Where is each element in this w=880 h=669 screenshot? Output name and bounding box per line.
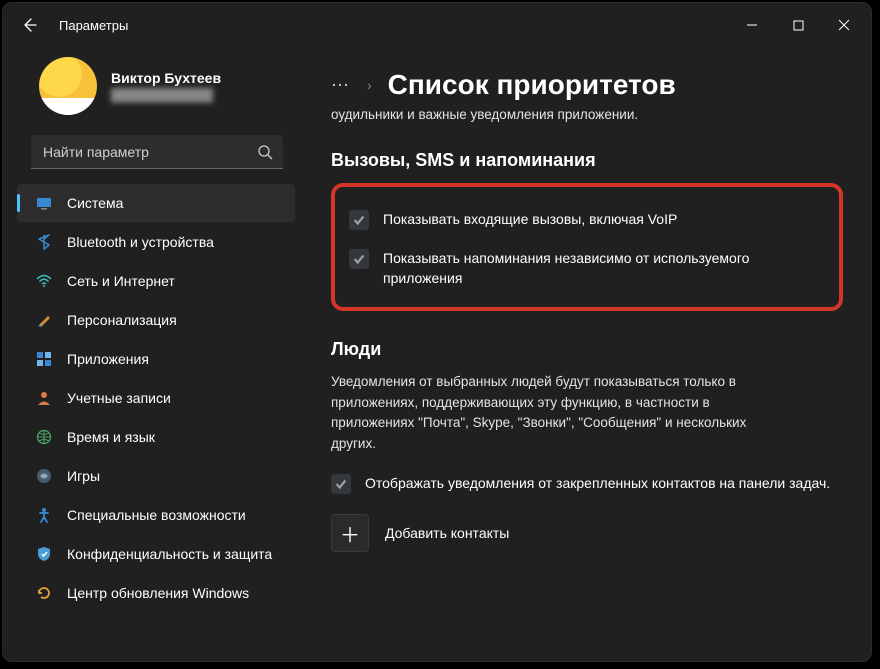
sidebar-item-personalization[interactable]: Персонализация (17, 301, 295, 339)
profile-text: Виктор Бухтеев ████████████ (111, 70, 221, 102)
sidebar-item-network[interactable]: Сеть и Интернет (17, 262, 295, 300)
gaming-icon (35, 467, 53, 485)
sidebar-item-label: Игры (67, 468, 100, 484)
titlebar: Параметры (3, 3, 871, 47)
add-contacts-button[interactable]: ＋ (331, 514, 369, 552)
checkbox-checked[interactable] (349, 210, 369, 230)
body: Виктор Бухтеев ████████████ Найти параме… (3, 47, 871, 661)
sidebar-item-label: Время и язык (67, 429, 155, 445)
minimize-button[interactable] (729, 8, 775, 42)
accounts-icon (35, 389, 53, 407)
sidebar-item-label: Центр обновления Windows (67, 585, 249, 601)
sidebar-item-label: Сеть и Интернет (67, 273, 175, 289)
close-button[interactable] (821, 8, 867, 42)
arrow-left-icon (21, 17, 37, 33)
chevron-right-icon: › (367, 77, 372, 93)
checkmark-icon (352, 252, 366, 266)
sidebar-item-label: Конфиденциальность и защита (67, 546, 272, 562)
section-people-title: Люди (331, 339, 843, 360)
update-icon (35, 584, 53, 602)
close-icon (838, 19, 850, 31)
search-placeholder: Найти параметр (43, 144, 257, 160)
setting-pinned-contacts[interactable]: Отображать уведомления от закрепленных к… (331, 473, 843, 494)
wifi-icon (35, 272, 53, 290)
setting-incoming-calls[interactable]: Показывать входящие вызовы, включая VoIP (349, 209, 817, 230)
add-contacts-row: ＋ Добавить контакты (331, 514, 843, 552)
search-input[interactable]: Найти параметр (31, 135, 283, 169)
people-description: Уведомления от выбранных людей будут пок… (331, 372, 791, 456)
sidebar-item-system[interactable]: Система (17, 184, 295, 222)
highlighted-settings-group: Показывать входящие вызовы, включая VoIP… (331, 183, 843, 311)
sidebar-item-bluetooth[interactable]: Bluetooth и устройства (17, 223, 295, 261)
sidebar-item-gaming[interactable]: Игры (17, 457, 295, 495)
setting-label: Показывать входящие вызовы, включая VoIP (383, 209, 677, 229)
checkmark-icon (352, 213, 366, 227)
sidebar-item-update[interactable]: Центр обновления Windows (17, 574, 295, 612)
sidebar-item-label: Персонализация (67, 312, 177, 328)
app-title: Параметры (59, 18, 128, 33)
maximize-button[interactable] (775, 8, 821, 42)
apps-icon (35, 350, 53, 368)
maximize-icon (793, 20, 804, 31)
section-calls-title: Вызовы, SMS и напоминания (331, 150, 843, 171)
add-contacts-label: Добавить контакты (385, 525, 509, 541)
content-area: ⋯ › Список приоритетов оудильники и важн… (311, 47, 871, 661)
sidebar: Виктор Бухтеев ████████████ Найти параме… (3, 47, 311, 661)
profile-name: Виктор Бухтеев (111, 70, 221, 86)
search-icon (257, 144, 273, 160)
sidebar-item-label: Система (67, 195, 123, 211)
minimize-icon (746, 19, 758, 31)
bluetooth-icon (35, 233, 53, 251)
system-icon (35, 194, 53, 212)
sidebar-item-privacy[interactable]: Конфиденциальность и защита (17, 535, 295, 573)
avatar (39, 57, 97, 115)
profile-email: ████████████ (111, 88, 221, 102)
setting-label: Отображать уведомления от закрепленных к… (365, 473, 830, 493)
sidebar-item-accessibility[interactable]: Специальные возможности (17, 496, 295, 534)
sidebar-item-accounts[interactable]: Учетные записи (17, 379, 295, 417)
sidebar-item-label: Учетные записи (67, 390, 171, 406)
sidebar-item-apps[interactable]: Приложения (17, 340, 295, 378)
sidebar-item-label: Специальные возможности (67, 507, 246, 523)
sidebar-item-label: Bluetooth и устройства (67, 234, 214, 250)
sidebar-item-label: Приложения (67, 351, 149, 367)
breadcrumb: ⋯ › Список приоритетов (331, 69, 843, 101)
plus-icon: ＋ (340, 519, 360, 548)
truncated-top-line: оудильники и важные уведомления приложен… (331, 107, 843, 122)
nav-list: Система Bluetooth и устройства Сеть и Ин… (11, 183, 303, 661)
globe-icon (35, 428, 53, 446)
back-button[interactable] (11, 7, 47, 43)
profile-block[interactable]: Виктор Бухтеев ████████████ (11, 47, 303, 133)
checkbox-checked[interactable] (331, 474, 351, 494)
window-controls (729, 8, 867, 42)
shield-icon (35, 545, 53, 563)
page-title: Список приоритетов (388, 69, 676, 101)
breadcrumb-ellipsis[interactable]: ⋯ (331, 75, 351, 96)
settings-window: Параметры Виктор Бухтеев ████████████ (2, 2, 872, 662)
checkmark-icon (334, 477, 348, 491)
sidebar-item-time[interactable]: Время и язык (17, 418, 295, 456)
brush-icon (35, 311, 53, 329)
setting-reminders[interactable]: Показывать напоминания независимо от исп… (349, 248, 817, 289)
setting-label: Показывать напоминания независимо от исп… (383, 248, 817, 289)
checkbox-checked[interactable] (349, 249, 369, 269)
accessibility-icon (35, 506, 53, 524)
